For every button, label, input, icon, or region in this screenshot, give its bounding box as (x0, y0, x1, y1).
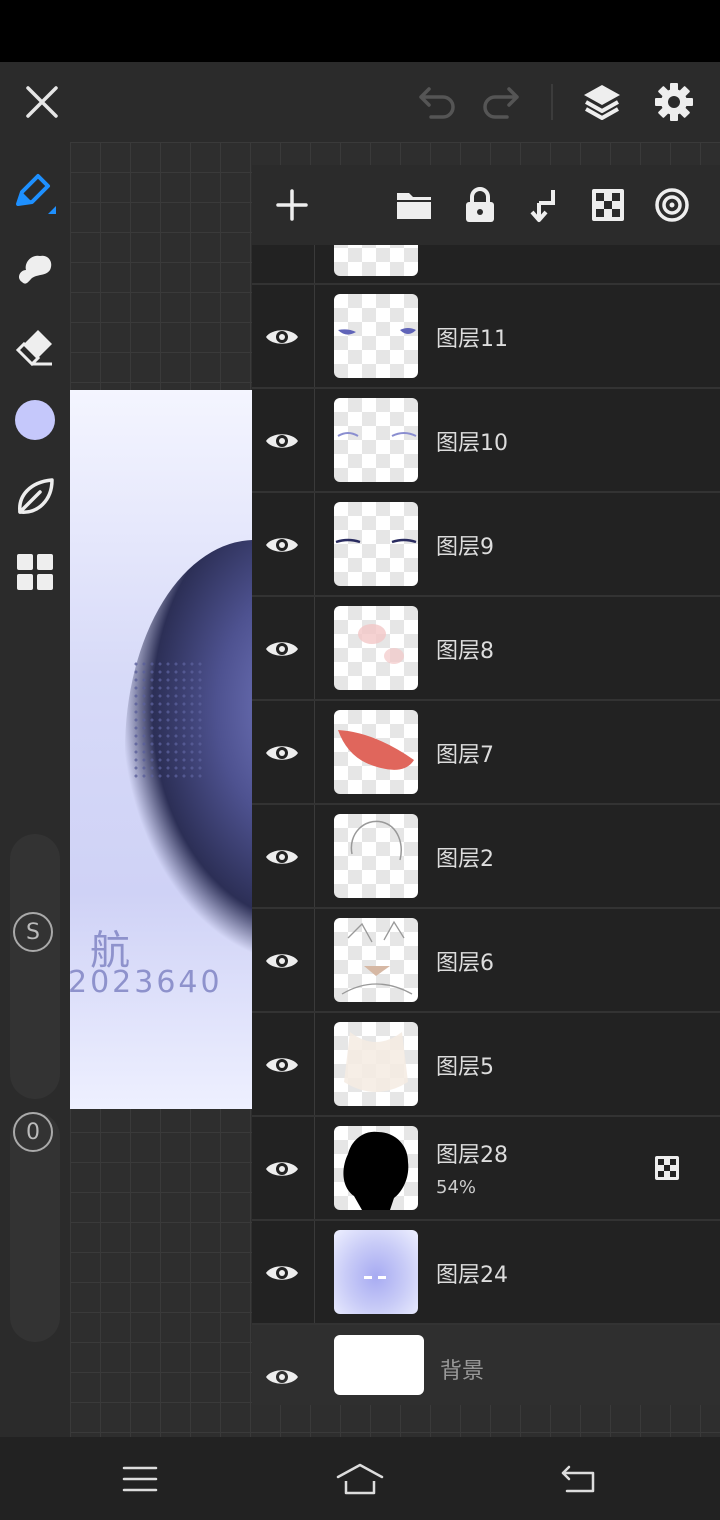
layer-toolbar (252, 165, 720, 245)
visibility-eye-icon[interactable] (262, 1357, 302, 1397)
layer-thumbnail (334, 245, 418, 276)
target-icon[interactable] (652, 185, 692, 225)
layer-name: 图层11 (436, 327, 508, 352)
menu-icon[interactable] (118, 1459, 162, 1499)
layer-row[interactable]: 图层10 (252, 387, 720, 491)
layer-thumbnail (334, 1022, 418, 1106)
artwork-halftone (132, 660, 202, 780)
brush-size-knob[interactable]: S (13, 912, 53, 952)
navigation-bar (0, 1437, 720, 1520)
visibility-eye-icon[interactable] (262, 1253, 302, 1293)
layer-thumbnail (334, 502, 418, 586)
layer-row[interactable]: 图层2 (252, 803, 720, 907)
layer-thumbnail (334, 1230, 418, 1314)
layer-thumbnail (334, 814, 418, 898)
close-icon[interactable] (20, 80, 64, 124)
visibility-eye-icon[interactable] (262, 421, 302, 461)
visibility-eye-icon[interactable] (262, 837, 302, 877)
layer-row[interactable]: 图层28 54% (252, 1115, 720, 1219)
layer-thumbnail (334, 710, 418, 794)
layer-name: 图层2 (436, 847, 494, 872)
layer-row[interactable] (252, 245, 720, 285)
layer-row[interactable]: 图层9 (252, 491, 720, 595)
settings-icon[interactable] (650, 78, 698, 126)
artwork-number: 2023640 (70, 965, 223, 1000)
visibility-eye-icon[interactable] (262, 941, 302, 981)
visibility-eye-icon[interactable] (262, 525, 302, 565)
layer-name: 图层28 (436, 1143, 508, 1168)
layer-thumbnail (334, 1335, 424, 1395)
blend-icon[interactable] (10, 472, 60, 522)
merge-down-icon[interactable] (524, 185, 564, 225)
layer-thumbnail (334, 606, 418, 690)
home-icon[interactable] (334, 1457, 386, 1501)
layer-panel: 图层11 图层10 图层9 图层8 图层7 图层2 图层6 图层5 图层28 5… (252, 165, 720, 1405)
brush-size-slider[interactable] (10, 834, 60, 1099)
status-bar (0, 0, 720, 62)
back-icon[interactable] (556, 1459, 600, 1499)
add-layer-icon[interactable] (272, 185, 312, 225)
layer-thumbnail (334, 1126, 418, 1210)
visibility-eye-icon[interactable] (262, 629, 302, 669)
layer-row[interactable]: 背景 (252, 1323, 720, 1405)
top-toolbar (0, 62, 720, 142)
layer-thumbnail (334, 918, 418, 1002)
eraser-icon[interactable] (10, 322, 60, 372)
toolbar-divider (551, 84, 553, 120)
layer-name: 图层7 (436, 743, 494, 768)
artwork-canvas[interactable]: 航 2023640 (70, 390, 252, 1109)
grid-icon[interactable] (10, 547, 60, 597)
color-swatch[interactable] (10, 395, 60, 445)
layer-name: 图层6 (436, 951, 494, 976)
layer-row[interactable]: 图层6 (252, 907, 720, 1011)
layer-list[interactable]: 图层11 图层10 图层9 图层8 图层7 图层2 图层6 图层5 图层28 5… (252, 245, 720, 1405)
folder-icon[interactable] (394, 185, 434, 225)
layer-row[interactable]: 图层24 (252, 1219, 720, 1323)
checker-icon[interactable] (588, 185, 628, 225)
visibility-eye-icon[interactable] (262, 1045, 302, 1085)
layer-name: 图层24 (436, 1263, 508, 1288)
pen-icon[interactable] (10, 166, 60, 216)
redo-icon[interactable] (478, 82, 524, 122)
clipping-checker-icon[interactable] (652, 1153, 682, 1183)
visibility-eye-icon[interactable] (262, 1149, 302, 1189)
layer-name: 图层10 (436, 431, 508, 456)
undo-icon[interactable] (414, 82, 460, 122)
layer-name: 背景 (440, 1359, 485, 1384)
layer-name: 图层8 (436, 639, 494, 664)
visibility-eye-icon[interactable] (262, 733, 302, 773)
layer-row[interactable]: 图层8 (252, 595, 720, 699)
layer-row[interactable]: 图层5 (252, 1011, 720, 1115)
layer-opacity: 54% (436, 1177, 477, 1198)
layer-name: 图层9 (436, 535, 494, 560)
lock-icon[interactable] (460, 185, 500, 225)
layer-name: 图层5 (436, 1055, 494, 1080)
layer-row[interactable]: 图层7 (252, 699, 720, 803)
layers-icon[interactable] (578, 78, 626, 126)
layer-row[interactable]: 图层11 (252, 283, 720, 387)
layer-thumbnail (334, 294, 418, 378)
brush-opacity-knob[interactable]: 0 (13, 1112, 53, 1152)
left-toolbar: S 0 (0, 142, 70, 1437)
smudge-icon[interactable] (10, 244, 60, 294)
visibility-eye-icon[interactable] (262, 317, 302, 357)
layer-thumbnail (334, 398, 418, 482)
